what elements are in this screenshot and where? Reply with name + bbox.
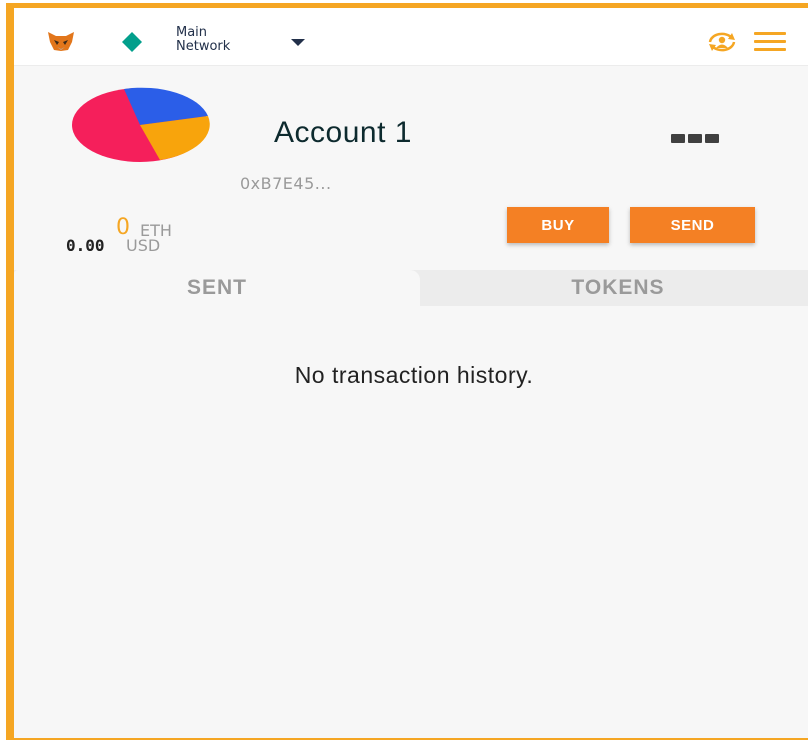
usd-balance-amount: 0.00 — [66, 236, 105, 255]
account-switch-icon[interactable] — [705, 30, 739, 54]
account-name: Account 1 — [274, 116, 412, 149]
account-identicon — [72, 87, 210, 162]
usd-balance-unit: USD — [126, 236, 161, 255]
buy-button[interactable]: BUY — [507, 207, 609, 243]
account-address[interactable]: 0xB7E45... — [240, 174, 332, 193]
caret-down-icon[interactable] — [291, 39, 305, 46]
hamburger-menu-icon[interactable] — [754, 32, 786, 54]
network-selector[interactable]: Main Network — [176, 26, 230, 54]
wallet-window: Main Network Account 1 0xB7E45... 0 ETH … — [6, 3, 808, 740]
tab-sent[interactable]: SENT — [14, 270, 420, 306]
more-options-icon[interactable] — [671, 128, 725, 143]
network-label-line1: Main — [176, 25, 208, 40]
tab-tokens[interactable]: TOKENS — [420, 270, 808, 306]
fox-icon[interactable] — [46, 30, 76, 52]
network-diamond-icon[interactable] — [122, 32, 142, 52]
network-label-line2: Network — [176, 39, 231, 54]
tab-bar: SENT TOKENS — [14, 270, 808, 306]
top-bar: Main Network — [14, 8, 808, 66]
send-button[interactable]: SEND — [630, 207, 755, 243]
empty-transaction-message: No transaction history. — [294, 362, 534, 388]
